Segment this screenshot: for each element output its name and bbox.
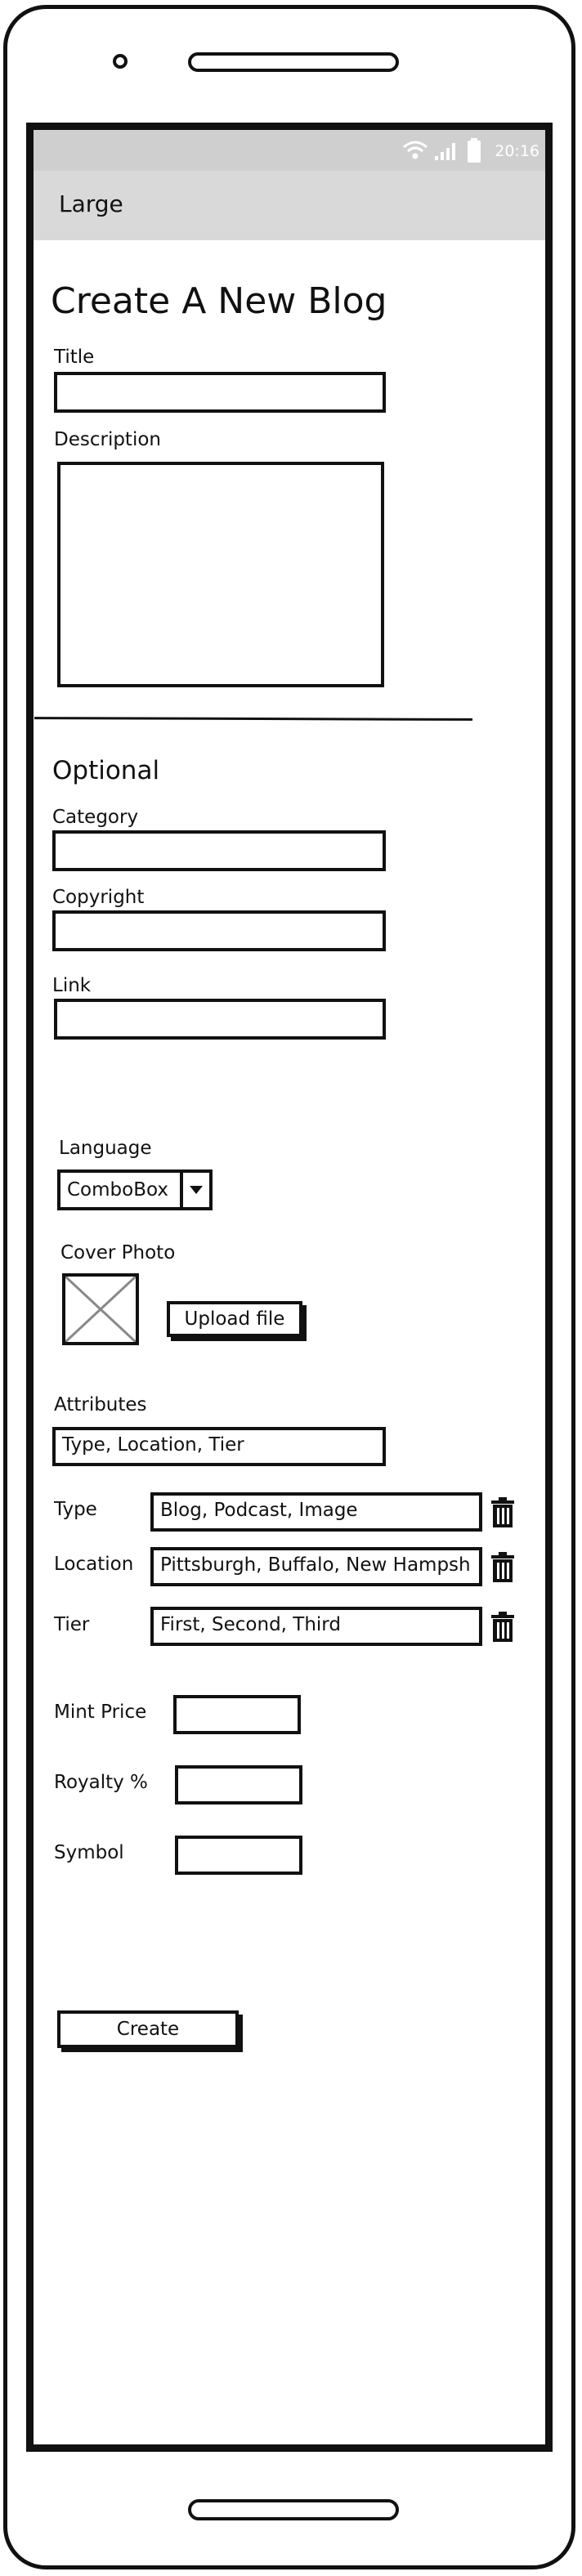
optional-heading: Optional: [52, 756, 160, 785]
symbol-input[interactable]: [175, 1836, 302, 1875]
category-input[interactable]: [52, 830, 386, 871]
status-time: 20:16: [495, 142, 539, 160]
attributes-input[interactable]: Type, Location, Tier: [52, 1427, 386, 1466]
copyright-input[interactable]: [52, 910, 386, 951]
language-value: ComboBox: [67, 1179, 168, 1201]
attribute-row-input[interactable]: Pittsburgh, Buffalo, New Hampsh: [150, 1547, 482, 1586]
create-button[interactable]: Create: [57, 2010, 239, 2048]
trash-icon[interactable]: [490, 1552, 515, 1583]
category-label: Category: [52, 807, 139, 828]
title-label: Title: [54, 347, 95, 368]
attributes-label: Attributes: [54, 1394, 147, 1415]
image-placeholder-icon: [62, 1273, 139, 1345]
speaker-slot: [188, 52, 399, 72]
attribute-row-label: Tier: [54, 1614, 90, 1635]
attribute-row-input[interactable]: Blog, Podcast, Image: [150, 1492, 482, 1532]
description-label: Description: [54, 429, 161, 450]
symbol-label: Symbol: [54, 1842, 124, 1863]
app-bar-title: Large: [59, 190, 123, 217]
language-label: Language: [59, 1138, 152, 1159]
copyright-label: Copyright: [52, 887, 145, 908]
page-title: Create A New Blog: [51, 280, 387, 322]
attribute-row-label: Type: [54, 1499, 97, 1520]
attribute-row-input[interactable]: First, Second, Third: [150, 1607, 482, 1646]
cover-photo-label: Cover Photo: [60, 1242, 176, 1263]
signal-icon: [435, 143, 455, 160]
home-button[interactable]: [188, 2499, 399, 2520]
royalty-label: Royalty %: [54, 1772, 148, 1793]
mint-price-input[interactable]: [173, 1695, 301, 1734]
link-label: Link: [52, 975, 92, 996]
mint-price-label: Mint Price: [54, 1702, 147, 1723]
chevron-down-icon[interactable]: [180, 1173, 209, 1207]
battery-icon: [468, 138, 481, 163]
link-input[interactable]: [54, 999, 386, 1040]
wifi-icon: [403, 141, 428, 159]
attribute-row-label: Location: [54, 1554, 134, 1575]
title-input[interactable]: [54, 372, 386, 413]
trash-icon[interactable]: [490, 1497, 515, 1528]
upload-file-button[interactable]: Upload file: [167, 1301, 302, 1337]
description-textarea[interactable]: [57, 462, 384, 687]
language-combobox[interactable]: ComboBox: [57, 1169, 213, 1210]
trash-icon[interactable]: [490, 1612, 515, 1643]
camera-icon: [113, 54, 128, 69]
royalty-input[interactable]: [175, 1765, 302, 1805]
